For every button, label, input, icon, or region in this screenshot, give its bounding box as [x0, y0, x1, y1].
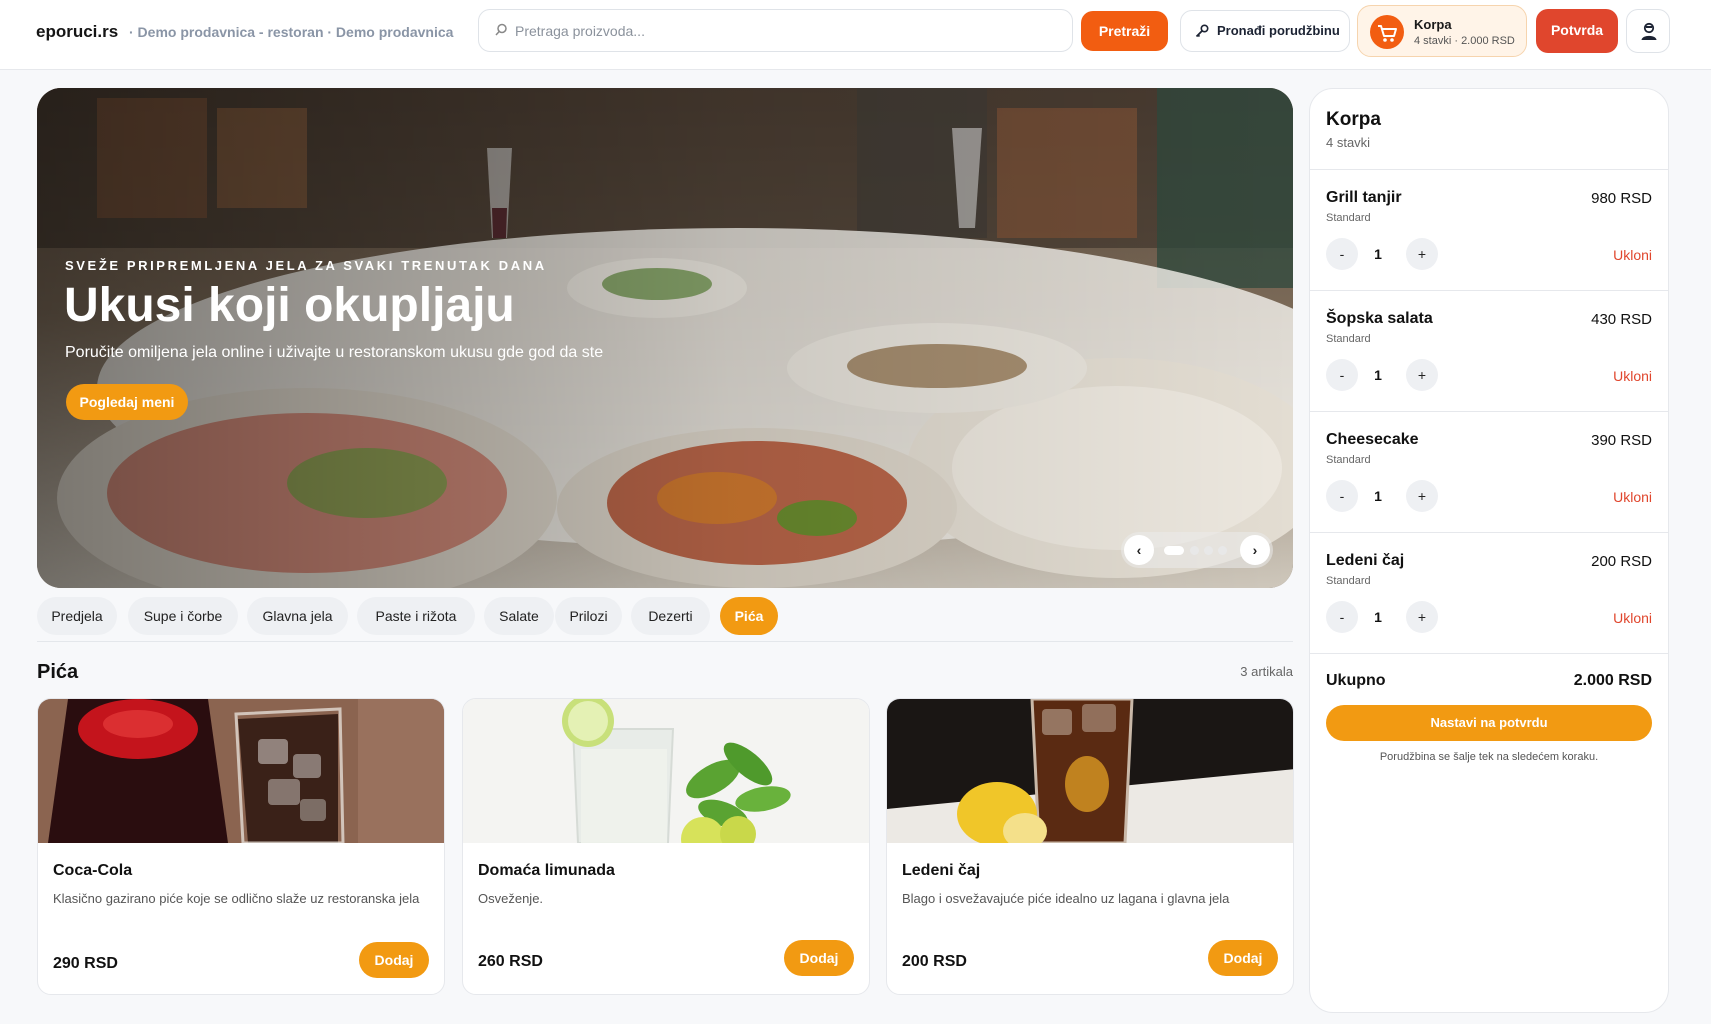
product-card[interactable]: Domaća limunada Osveženje. 260 RSD Dodaj: [462, 698, 870, 995]
qty-increase-button[interactable]: +: [1406, 238, 1438, 270]
search-button[interactable]: Pretraži: [1081, 11, 1168, 51]
tab-dezerti[interactable]: Dezerti: [631, 597, 710, 635]
product-name: Coca-Cola: [53, 862, 133, 879]
cart-divider: [1310, 653, 1668, 654]
cart-icon: [1370, 15, 1404, 49]
header-cart-button[interactable]: Korpa 4 stavki · 2.000 RSD: [1357, 5, 1527, 57]
section-divider: [37, 641, 1293, 642]
header-cart-summary: 4 stavki · 2.000 RSD: [1414, 35, 1515, 47]
product-description: Osveženje.: [478, 891, 544, 906]
cart-item-variant: Standard: [1326, 333, 1371, 345]
product-image-iced-tea: [887, 699, 1293, 843]
qty-value: 1: [1374, 246, 1382, 262]
add-to-cart-button[interactable]: Dodaj: [359, 942, 429, 978]
cart-item-price: 980 RSD: [1591, 190, 1652, 207]
confirm-button[interactable]: Potvrda: [1536, 9, 1618, 53]
product-card[interactable]: Coca-Cola Klasično gazirano piće koje se…: [37, 698, 445, 995]
hero-title: Ukusi koji okupljaju: [64, 279, 515, 332]
cart-item-price: 390 RSD: [1591, 432, 1652, 449]
qty-value: 1: [1374, 609, 1382, 625]
remove-item-button[interactable]: Ukloni: [1613, 247, 1652, 263]
search-box: [478, 9, 1073, 52]
tab-salate[interactable]: Salate: [484, 597, 554, 635]
search-icon: [495, 23, 507, 36]
product-name: Domaća limunada: [478, 862, 615, 879]
cart-item-variant: Standard: [1326, 575, 1371, 587]
section-title: Pića: [37, 661, 79, 683]
qty-decrease-button[interactable]: -: [1326, 238, 1358, 270]
cart-total-value: 2.000 RSD: [1573, 672, 1652, 689]
qty-value: 1: [1374, 367, 1382, 383]
cart-divider: [1310, 290, 1668, 291]
store-name: · Demo prodavnica - restoran · Demo prod…: [129, 24, 454, 40]
product-price: 290 RSD: [53, 955, 118, 972]
tab-glavna-jela[interactable]: Glavna jela: [247, 597, 348, 635]
top-header: eporuci.rs · Demo prodavnica - restoran …: [0, 0, 1711, 70]
product-price: 200 RSD: [902, 953, 967, 970]
product-image-cola: [38, 699, 444, 843]
cart-item-name: Ledeni čaj: [1326, 552, 1405, 569]
hero-restaurant-photo: [37, 88, 1293, 588]
cart-note: Porudžbina se šalje tek na sledećem kora…: [1379, 751, 1599, 763]
remove-item-button[interactable]: Ukloni: [1613, 489, 1652, 505]
cart-item-variant: Standard: [1326, 212, 1371, 224]
tab-supe-i-corbe[interactable]: Supe i čorbe: [128, 597, 238, 635]
user-account-button[interactable]: [1626, 9, 1670, 53]
hero-kicker: SVEŽE PRIPREMLJENA JELA ZA SVAKI TRENUTA…: [65, 258, 547, 273]
tab-predjela[interactable]: Predjela: [37, 597, 117, 635]
remove-item-button[interactable]: Ukloni: [1613, 610, 1652, 626]
carousel-controls: ‹ ›: [1121, 532, 1273, 568]
product-image-lemonade: [463, 699, 869, 843]
product-description: Klasično gazirano piće koje se odlično s…: [53, 891, 420, 906]
qty-increase-button[interactable]: +: [1406, 480, 1438, 512]
carousel-dot[interactable]: [1204, 546, 1213, 555]
cart-item-name: Grill tanjir: [1326, 189, 1402, 206]
cart-item-count: 4 stavki: [1326, 135, 1371, 150]
cart-title: Korpa: [1326, 109, 1381, 130]
carousel-dot[interactable]: [1218, 546, 1227, 555]
tab-pica[interactable]: Pića: [720, 597, 778, 635]
view-menu-button[interactable]: Pogledaj meni: [66, 384, 188, 420]
cart-total-label: Ukupno: [1326, 672, 1386, 689]
product-card[interactable]: Ledeni čaj Blago i osvežavajuće piće ide…: [886, 698, 1294, 995]
carousel-prev-button[interactable]: ‹: [1124, 535, 1154, 565]
qty-increase-button[interactable]: +: [1406, 601, 1438, 633]
tab-paste-i-rizota[interactable]: Paste i rižota: [357, 597, 475, 635]
cart-item-name: Šopska salata: [1326, 310, 1433, 327]
qty-decrease-button[interactable]: -: [1326, 601, 1358, 633]
cart-item-price: 200 RSD: [1591, 553, 1652, 570]
cart-divider: [1310, 411, 1668, 412]
brand-logo[interactable]: eporuci.rs: [36, 22, 118, 42]
find-order-button[interactable]: Pronađi porudžbinu: [1180, 10, 1350, 52]
add-to-cart-button[interactable]: Dodaj: [1208, 940, 1278, 976]
hero-banner: SVEŽE PRIPREMLJENA JELA ZA SVAKI TRENUTA…: [37, 88, 1293, 588]
carousel-dot[interactable]: [1190, 546, 1199, 555]
product-price: 260 RSD: [478, 953, 543, 970]
carousel-next-button[interactable]: ›: [1240, 535, 1270, 565]
carousel-dot[interactable]: [1164, 546, 1184, 555]
product-name: Ledeni čaj: [902, 862, 981, 879]
user-icon: [1641, 22, 1657, 40]
qty-decrease-button[interactable]: -: [1326, 480, 1358, 512]
find-order-label: Pronađi porudžbinu: [1217, 23, 1340, 38]
hero-subtitle: Poručite omiljena jela online i uživajte…: [65, 344, 604, 361]
cart-divider: [1310, 532, 1668, 533]
section-item-count: 3 artikala: [1240, 664, 1293, 679]
header-cart-title: Korpa: [1414, 17, 1452, 32]
cart-divider: [1310, 169, 1668, 170]
search-input[interactable]: [515, 10, 1065, 51]
product-description: Blago i osvežavajuće piće idealno uz lag…: [902, 891, 1230, 906]
add-to-cart-button[interactable]: Dodaj: [784, 940, 854, 976]
cart-item-price: 430 RSD: [1591, 311, 1652, 328]
key-icon: [1195, 24, 1209, 38]
tab-prilozi[interactable]: Prilozi: [555, 597, 622, 635]
remove-item-button[interactable]: Ukloni: [1613, 368, 1652, 384]
qty-increase-button[interactable]: +: [1406, 359, 1438, 391]
cart-item-name: Cheesecake: [1326, 431, 1419, 448]
proceed-to-confirm-button[interactable]: Nastavi na potvrdu: [1326, 705, 1652, 741]
qty-value: 1: [1374, 488, 1382, 504]
qty-decrease-button[interactable]: -: [1326, 359, 1358, 391]
cart-item-variant: Standard: [1326, 454, 1371, 466]
cart-sidebar: Korpa 4 stavki Grill tanjir 980 RSD Stan…: [1309, 88, 1669, 1013]
